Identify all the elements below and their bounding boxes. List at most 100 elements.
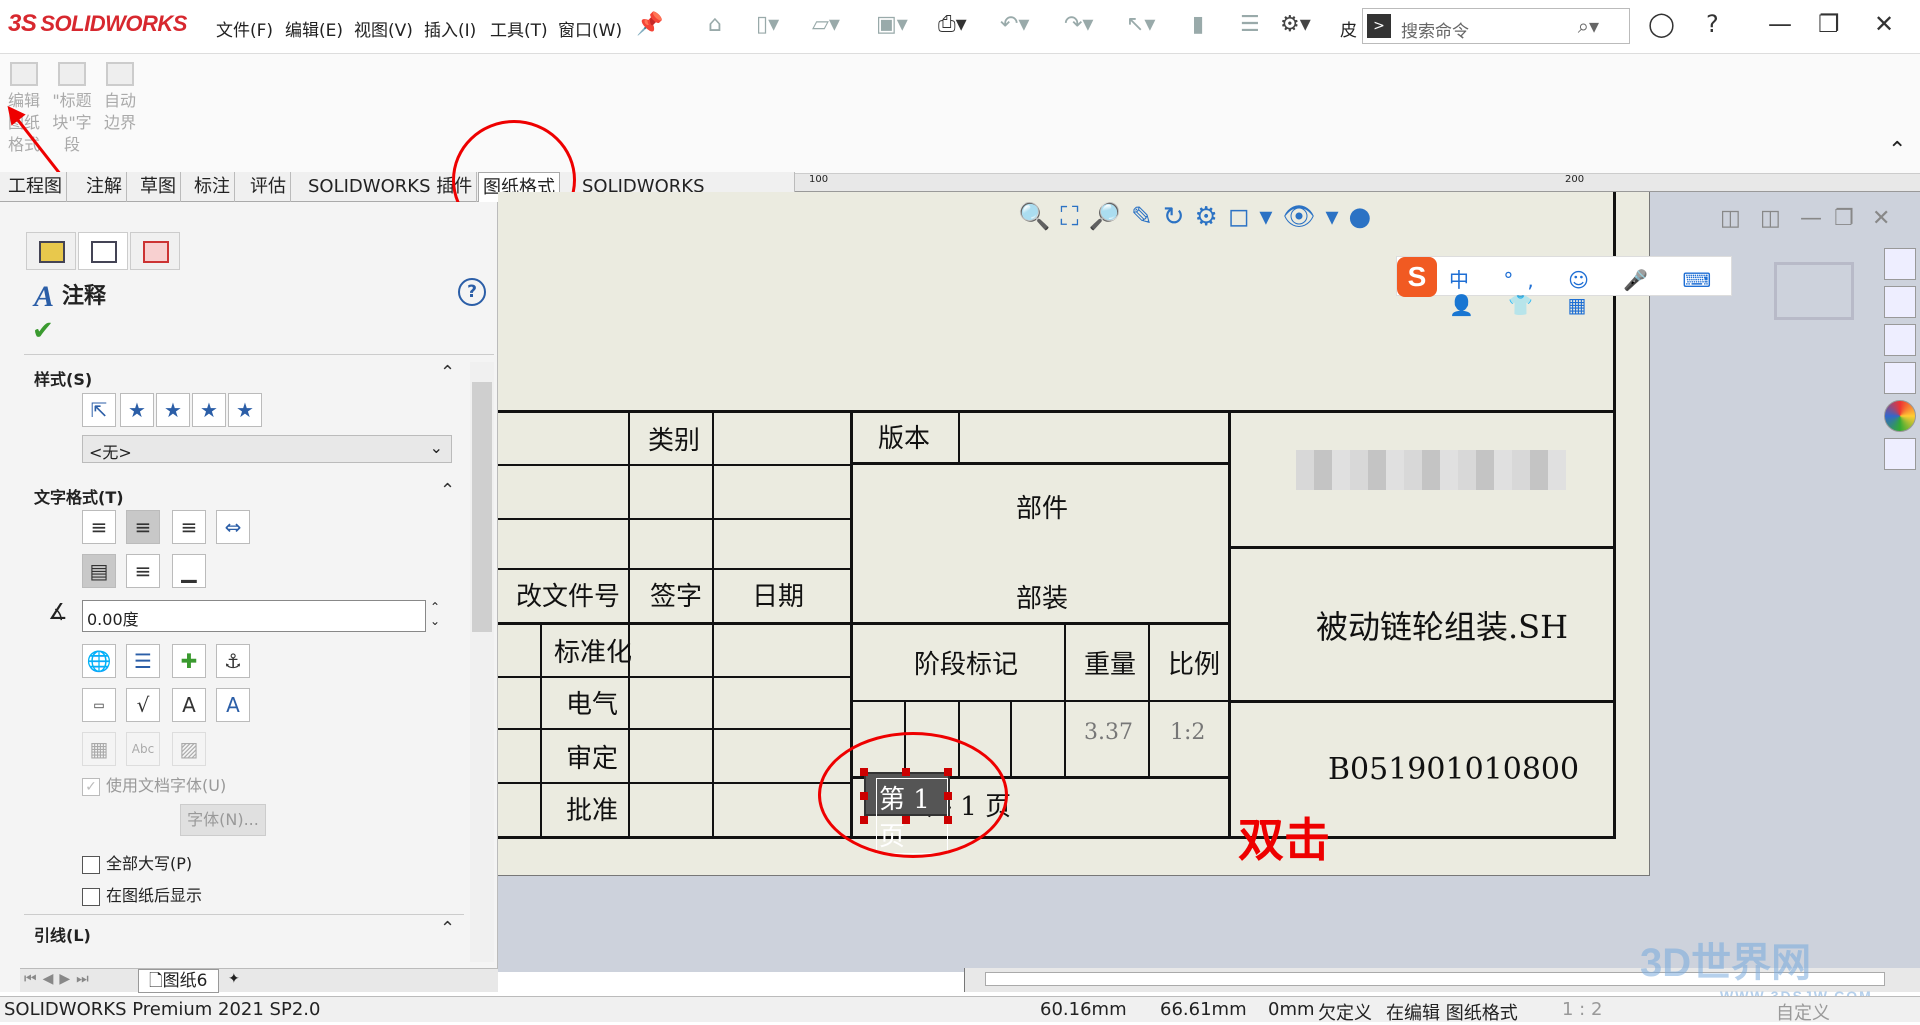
style-dropdown[interactable]: <无> ⌄ xyxy=(82,435,452,463)
user-icon[interactable]: ◯ xyxy=(1648,10,1675,38)
confirmation-corner-icon[interactable] xyxy=(1774,262,1854,320)
heads-up-view-toolbar[interactable]: 🔍⛶🔎✎↻⚙◻▾👁▾● xyxy=(1018,202,1381,233)
tab-markup[interactable]: 标注 xyxy=(190,172,235,202)
justify-icon[interactable]: ⇔ xyxy=(216,510,250,544)
pin-icon[interactable]: 📌 xyxy=(636,12,663,37)
close-icon[interactable]: ✕ xyxy=(1874,10,1894,38)
home-icon[interactable]: ⌂ xyxy=(708,12,722,37)
file-properties-icon[interactable]: ☰ xyxy=(1240,12,1260,37)
ime-toolbar[interactable]: S 中 °, ☺ 🎤 ⌨ 👤 👕 ▦ xyxy=(1396,256,1732,317)
menu-window[interactable]: 窗口(W) xyxy=(558,16,622,41)
search-placeholder: 搜索命令 xyxy=(1401,22,1469,42)
ime-items[interactable]: 中 °, ☺ 🎤 ⌨ 👤 👕 ▦ xyxy=(1449,264,1731,317)
save-style-star-icon[interactable]: ★ xyxy=(192,393,226,427)
table-line xyxy=(498,836,1616,839)
ok-checkmark-button[interactable]: ✔ xyxy=(32,316,54,346)
help-icon[interactable]: ? xyxy=(1706,10,1719,38)
status-scale[interactable]: 1 : 2 xyxy=(1562,999,1602,1020)
appearances-icon[interactable] xyxy=(1884,400,1916,432)
design-library-icon[interactable] xyxy=(1884,286,1916,318)
scrollbar-thumb[interactable] xyxy=(472,382,492,632)
show-behind-sheet-checkbox[interactable]: 在图纸后显示 xyxy=(82,882,202,906)
text-box-icon[interactable]: A xyxy=(172,688,206,722)
config-manager-tab[interactable] xyxy=(130,232,180,270)
rebuild-icon[interactable]: ▮ xyxy=(1192,12,1204,37)
panel-scrollbar[interactable] xyxy=(470,362,494,962)
redo-icon[interactable]: ↷▾ xyxy=(1064,12,1093,37)
align-left-icon[interactable]: ≡ xyxy=(82,510,116,544)
open-icon[interactable]: ▱▾ xyxy=(812,12,840,37)
chevron-up-icon[interactable]: ⌃ xyxy=(440,918,455,939)
load-style-star-icon[interactable]: ★ xyxy=(228,393,262,427)
home-resources-icon[interactable] xyxy=(1884,248,1916,280)
undo-icon[interactable]: ↶▾ xyxy=(1000,12,1029,37)
chevron-up-icon[interactable]: ⌃ xyxy=(440,480,455,501)
new-file-icon[interactable]: ▯▾ xyxy=(756,12,779,37)
angle-input[interactable]: 0.00度 xyxy=(82,600,426,632)
valign-bottom-icon[interactable]: ▁ xyxy=(172,554,206,588)
style-section-header[interactable]: 样式(S) xyxy=(34,366,92,390)
menu-file[interactable]: 文件(F) xyxy=(216,16,273,41)
select-icon[interactable]: ↖▾ xyxy=(1126,12,1155,37)
menu-edit[interactable]: 编辑(E) xyxy=(285,16,343,41)
angle-icon: ∡ xyxy=(48,600,68,625)
tab-annotation[interactable]: 注解 xyxy=(82,172,127,202)
text-format-section-header[interactable]: 文字格式(T) xyxy=(34,484,124,508)
align-center-icon[interactable]: ≡ xyxy=(126,510,160,544)
font-button[interactable]: 字体(N)... xyxy=(180,804,266,836)
anchor-icon[interactable]: ⚓ xyxy=(216,644,250,678)
feature-manager-tab[interactable] xyxy=(26,232,76,270)
config-icon xyxy=(143,241,169,263)
link-property-icon[interactable]: 🌐 xyxy=(82,644,116,678)
print-icon[interactable]: ⎙▾ xyxy=(938,12,967,37)
add-leader-icon[interactable]: ✚ xyxy=(172,644,206,678)
save-icon[interactable]: ▣▾ xyxy=(876,12,908,37)
apply-style-icon[interactable]: ⇱ xyxy=(82,393,116,427)
menu-tools[interactable]: 工具(T) xyxy=(490,16,548,41)
tab-drawing[interactable]: 工程图 xyxy=(4,172,67,202)
command-search[interactable]: > 搜索命令 ⌕▾ xyxy=(1362,8,1630,44)
surface-finish-icon[interactable]: ▭ xyxy=(82,688,116,722)
doc-minimize-icon[interactable]: — xyxy=(1800,206,1822,231)
status-units[interactable]: 自定义 xyxy=(1776,999,1830,1025)
property-manager-tab[interactable] xyxy=(78,232,128,270)
collapse-ribbon-icon[interactable]: ⌃ xyxy=(1888,138,1906,163)
table-line xyxy=(1228,546,1616,549)
doc-close-icon[interactable]: ✕ xyxy=(1872,206,1890,231)
search-icon[interactable]: ⌕▾ xyxy=(1578,14,1599,38)
all-caps-checkbox[interactable]: 全部大写(P) xyxy=(82,850,192,874)
options-gear-icon[interactable]: ⚙▾ xyxy=(1280,12,1311,37)
weld-symbol-icon[interactable]: √ xyxy=(126,688,160,722)
tab-sketch[interactable]: 草图 xyxy=(136,172,181,202)
tab-evaluate[interactable]: 评估 xyxy=(246,172,291,202)
chevron-up-icon[interactable]: ⌃ xyxy=(440,362,455,383)
auto-border-button[interactable]: 自动边界 xyxy=(98,62,142,134)
add-style-star-icon[interactable]: ★ xyxy=(120,393,154,427)
valign-top-icon[interactable]: ▤ xyxy=(82,554,116,588)
angle-spinner[interactable]: ⌃ ⌄ xyxy=(430,600,440,628)
custom-properties-icon[interactable] xyxy=(1884,438,1916,470)
sheet-nav-arrows-icon[interactable]: ⏮◀▶⏭ xyxy=(24,971,95,987)
use-document-font-checkbox[interactable]: ✓ 使用文档字体(U) xyxy=(82,772,226,796)
leader-section-header[interactable]: 引线(L) xyxy=(34,922,91,946)
split-view-icon[interactable]: ◫ xyxy=(1720,206,1741,231)
delete-style-star-icon[interactable]: ★ xyxy=(156,393,190,427)
restore-icon[interactable]: ❐ xyxy=(1818,10,1840,38)
title-block-fields-button[interactable]: "标题块"字段 xyxy=(50,62,94,156)
cell-electrical: 电气 xyxy=(566,690,619,720)
menu-insert[interactable]: 插入(I) xyxy=(424,16,476,41)
doc-restore-icon[interactable]: ❐ xyxy=(1834,206,1854,231)
sheet-tab[interactable]: 🗋图纸6 xyxy=(138,969,219,993)
file-explorer-icon[interactable] xyxy=(1884,324,1916,356)
minimize-icon[interactable]: — xyxy=(1768,10,1792,38)
split-view-icon[interactable]: ◫ xyxy=(1760,206,1781,231)
menu-view[interactable]: 视图(V) xyxy=(354,16,413,41)
help-button[interactable]: ? xyxy=(458,278,486,306)
solidworks-logo[interactable]: 3S SOLIDWORKS xyxy=(8,10,187,38)
valign-middle-icon[interactable]: ≡ xyxy=(126,554,160,588)
align-right-icon[interactable]: ≡ xyxy=(172,510,206,544)
view-palette-icon[interactable] xyxy=(1884,362,1916,394)
text-frame-icon[interactable]: A xyxy=(216,688,250,722)
link-list-icon[interactable]: ☰ xyxy=(126,644,160,678)
add-sheet-icon[interactable]: ✦ xyxy=(228,971,240,987)
